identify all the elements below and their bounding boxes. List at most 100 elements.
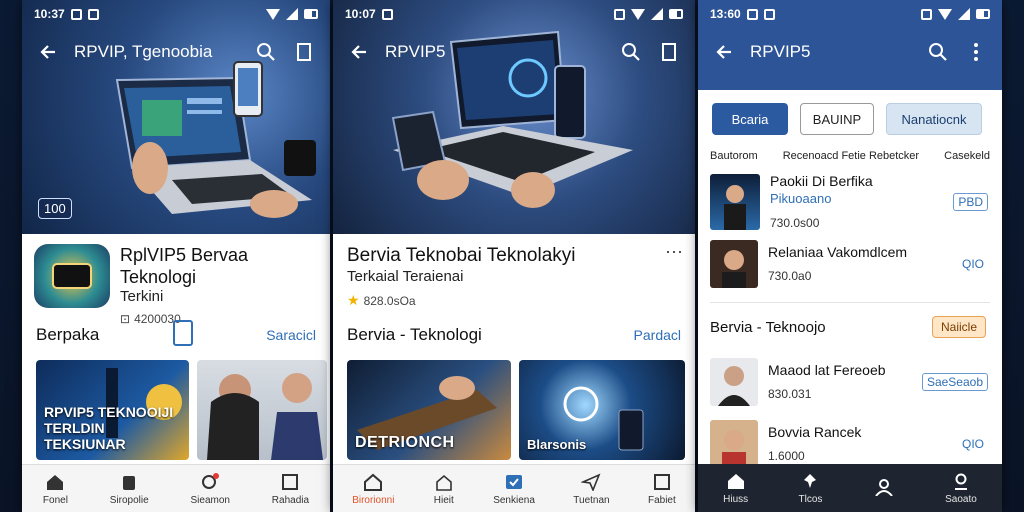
bell-icon [199, 472, 221, 492]
app-subtitle: Terkini [120, 288, 164, 305]
pin-icon [799, 471, 821, 491]
card-row: RPVIP5 TEKNOOIJI TERLDIN TEKSIUNAR [36, 360, 330, 460]
nav-label: Tlcos [798, 494, 823, 505]
bag-icon [118, 472, 140, 492]
signal-icon [286, 8, 298, 20]
nav-home[interactable]: Hiuss [723, 471, 748, 505]
status-bar: 10:07 [333, 0, 695, 28]
back-arrow-icon[interactable] [36, 40, 60, 64]
phone-screen-3: 13:60 RPVIP5 Bcaria BAUINP Nanatiocnk Ba… [698, 0, 1002, 512]
checkbox-icon [503, 472, 525, 492]
search-icon[interactable] [926, 40, 950, 64]
app-title: Bervia Teknobai Teknolakyi [347, 245, 576, 266]
item-thumbnail [710, 358, 758, 406]
back-arrow-icon[interactable] [347, 40, 371, 64]
list-item[interactable]: Relaniaa Vakomdlcem 730.0a0 QIO [710, 240, 988, 288]
more-vert-icon[interactable] [964, 40, 988, 64]
list-header-left: Bautorom [710, 150, 758, 162]
nav-label: Hiuss [723, 494, 749, 505]
notification-icon [921, 8, 932, 20]
nav-label: Fonel [42, 494, 68, 506]
signal-icon [958, 8, 970, 20]
item-tag[interactable]: QIO [958, 256, 988, 272]
app-bar-title: RPVIP5 [750, 42, 811, 61]
app-header: 13:60 RPVIP5 [698, 0, 1002, 90]
bottom-navigation: Fonel Siropolie Sieamon Rahadia [22, 464, 330, 512]
notification-icon [746, 8, 758, 20]
status-time: 10:37 [34, 7, 65, 21]
wifi-icon [938, 8, 952, 20]
section-header: Bervia - Teknologi Pardacl [333, 320, 695, 350]
chip-tertiary[interactable]: Nanatiocnk [886, 103, 982, 135]
chip-primary[interactable]: Bcaria [712, 103, 788, 135]
promo-card[interactable]: RPVIP5 TEKNOOIJI TERLDIN TEKSIUNAR [36, 360, 189, 460]
nav-label: Hieit [433, 494, 454, 506]
bookmark-icon[interactable] [292, 40, 316, 64]
nav-home[interactable]: Birorionni [352, 472, 394, 506]
item-title: Maaod lat Fereoeb [768, 362, 886, 378]
nav-profile[interactable]: Fabiet [648, 472, 676, 506]
card-row: DETRIONCH Blarsonis [347, 360, 695, 460]
profile-card-icon [651, 472, 673, 492]
chip-secondary[interactable]: BAUINP [800, 103, 874, 135]
nav-label: Fabiet [647, 494, 676, 506]
app-bar: RPVIP5 [698, 28, 1002, 76]
nav-shop[interactable]: Siropolie [110, 472, 149, 506]
home-icon [44, 472, 66, 492]
nav-explore[interactable]: Hieit [433, 472, 455, 506]
list-item[interactable]: Paokii Di Berfika Pikuoaano 730.0s00 PBD [710, 172, 988, 232]
app-icon [34, 244, 110, 308]
item-tag[interactable]: QIO [958, 436, 988, 452]
see-all-link[interactable]: Pardacl [634, 327, 681, 343]
nav-account[interactable] [873, 477, 895, 500]
list-header-title: Recenoacd Fetie Rebetcker [782, 150, 920, 162]
nav-profile[interactable]: Saoato [945, 471, 977, 505]
nav-profile[interactable]: Rahadia [272, 472, 309, 506]
app-meta-value: 828.0sOa [363, 293, 416, 308]
filter-chips: Bcaria BAUINP Nanatiocnk [712, 103, 988, 135]
nav-pin[interactable]: Tlcos [798, 471, 823, 505]
list-header: Bautorom Recenoacd Fetie Rebetcker Casek… [710, 150, 990, 162]
home-icon [725, 471, 747, 491]
nav-label: Sieamon [190, 494, 230, 506]
item-title: Relaniaa Vakomdlcem [768, 244, 908, 260]
tablet-icon[interactable] [172, 319, 194, 351]
item-thumbnail [710, 240, 758, 288]
notification-icon [70, 8, 82, 20]
house-icon [433, 472, 455, 492]
star-icon: ★ [347, 292, 360, 308]
back-arrow-icon[interactable] [712, 40, 736, 64]
item-thumbnail [710, 420, 758, 468]
more-options-icon[interactable]: ··· [665, 242, 683, 304]
list-header-right: Casekeld [944, 150, 990, 162]
nav-label: Rahadia [271, 494, 310, 506]
nav-home[interactable]: Fonel [43, 472, 68, 506]
item-title: Paokii Di Berfika [770, 173, 873, 189]
image-counter-badge: 100 [38, 198, 72, 219]
search-icon[interactable] [619, 40, 643, 64]
bottom-navigation: Hiuss Tlcos Saoato [698, 464, 1002, 512]
bottom-navigation: Birorionni Hieit Senkiena Tuetnan Fabiet [333, 464, 695, 512]
item-meta: 830.031 [768, 387, 812, 401]
search-icon[interactable] [254, 40, 278, 64]
nav-send[interactable]: Tuetnan [573, 472, 610, 506]
item-tag[interactable]: PBD [953, 193, 988, 211]
promo-card[interactable]: DETRIONCH [347, 360, 511, 460]
section-title: Bervia - Teknologi [347, 325, 482, 344]
item-tag[interactable]: SaeSeaob [921, 373, 988, 391]
people-card[interactable] [197, 360, 327, 460]
promo-card[interactable]: Blarsonis [519, 360, 685, 460]
list-item[interactable]: Bovvia Rancek 1.6000 QIO [710, 420, 988, 468]
item-subtitle: Pikuoaano [770, 191, 832, 206]
battery-icon [304, 9, 318, 19]
section-title: Bervia - Teknoojo [710, 318, 826, 336]
nav-notifications[interactable]: Sieamon [191, 472, 230, 506]
list-item[interactable]: Maaod lat Fereoeb 830.031 SaeSeaob [710, 358, 988, 406]
app-bar: RPVIP5 [333, 28, 695, 76]
status-bar: 13:60 [698, 0, 1002, 28]
hero-banner: 10:37 RPVIP, Tgenoobia 100 [22, 0, 330, 234]
see-all-link[interactable]: Saracicl [266, 327, 316, 343]
bookmark-icon[interactable] [657, 40, 681, 64]
section-tag[interactable]: Naiicle [931, 316, 986, 338]
nav-tasks[interactable]: Senkiena [493, 472, 535, 506]
